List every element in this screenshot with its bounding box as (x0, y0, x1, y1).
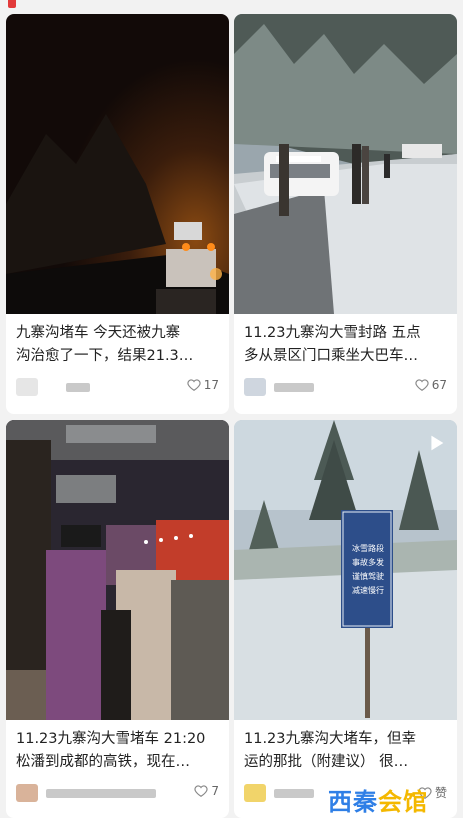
author-name-blurred[interactable] (274, 789, 314, 798)
road-sign: 冰雪路段 事故多发 谨慎驾驶 减速慢行 (344, 542, 392, 598)
author-name-blurred[interactable] (274, 383, 314, 392)
site-watermark: 西秦会馆 (328, 782, 428, 817)
avatar[interactable] (16, 378, 38, 396)
like-count: 67 (431, 378, 447, 392)
card-title[interactable]: 11.23九寨沟大堵车，但幸 运的那批（附建议） 很… (244, 728, 449, 774)
avatar[interactable] (244, 378, 266, 396)
sign-line: 事故多发 (352, 558, 384, 567)
card-photo[interactable]: 冰雪路段 事故多发 谨慎驾驶 减速慢行 (234, 420, 457, 720)
card-meta: 67 (244, 376, 449, 400)
card-title-line: 松潘到成都的高铁，现在… (16, 754, 190, 770)
sign-line: 冰雪路段 (352, 544, 384, 553)
heart-icon (187, 379, 201, 391)
card-title[interactable]: 11.23九寨沟大雪堵车 21:20 松潘到成都的高铁，现在… (16, 728, 221, 774)
feed-card[interactable]: 冰雪路段 事故多发 谨慎驾驶 减速慢行 11.23九寨沟大堵车，但幸 运的那批（… (234, 420, 457, 818)
like-count: 赞 (434, 786, 447, 800)
heart-icon (415, 379, 429, 391)
card-meta: 7 (16, 782, 221, 806)
feed-card[interactable]: 11.23九寨沟大雪封路 五点 多从景区门口乘坐大巴车… 67 (234, 14, 457, 414)
card-photo[interactable] (234, 14, 457, 314)
watermark-part: 会馆 (378, 788, 428, 816)
sign-line: 谨慎驾驶 (352, 572, 384, 581)
card-title-line: 11.23九寨沟大雪封路 五点 (244, 325, 421, 341)
card-meta: 17 (16, 376, 221, 400)
feed-card[interactable]: 11.23九寨沟大雪堵车 21:20 松潘到成都的高铁，现在… 7 (6, 420, 229, 818)
avatar[interactable] (244, 784, 266, 802)
accent-marker (8, 0, 16, 8)
card-title-line: 11.23九寨沟大雪堵车 21:20 (16, 731, 206, 747)
author-name-blurred[interactable] (66, 383, 90, 392)
card-title[interactable]: 11.23九寨沟大雪封路 五点 多从景区门口乘坐大巴车… (244, 322, 449, 368)
card-title-line: 11.23九寨沟大堵车，但幸 (244, 731, 417, 747)
avatar[interactable] (16, 784, 38, 802)
author-name-blurred[interactable] (46, 789, 156, 798)
like-button[interactable]: 67 (415, 378, 447, 392)
card-photo[interactable] (6, 420, 229, 720)
like-button[interactable]: 7 (194, 784, 219, 798)
status-strip (0, 0, 463, 12)
watermark-part: 西秦 (328, 788, 378, 816)
card-title-line: 多从景区门口乘坐大巴车… (244, 348, 418, 364)
card-title[interactable]: 九寨沟堵车 今天还被九寨 沟治愈了一下，结果21.3… (16, 322, 221, 368)
card-title-line: 运的那批（附建议） 很… (244, 754, 409, 770)
heart-icon (194, 785, 208, 797)
sign-line: 减速慢行 (352, 586, 384, 595)
like-button[interactable]: 17 (187, 378, 219, 392)
card-photo[interactable] (6, 14, 229, 314)
card-title-line: 九寨沟堵车 今天还被九寨 (16, 325, 181, 341)
like-count: 7 (211, 784, 219, 798)
like-count: 17 (203, 378, 219, 392)
feed-card[interactable]: 九寨沟堵车 今天还被九寨 沟治愈了一下，结果21.3… 17 (6, 14, 229, 414)
play-video-icon[interactable] (425, 432, 447, 454)
card-title-line: 沟治愈了一下，结果21.3… (16, 348, 194, 364)
